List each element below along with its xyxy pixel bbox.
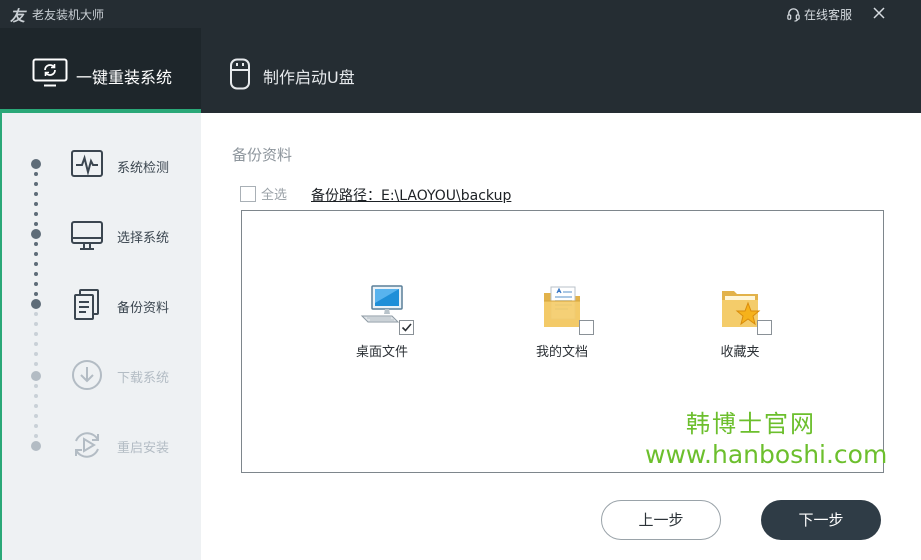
my-documents-checkbox[interactable] [579,320,594,335]
step-dot [31,299,41,309]
step-restart-install: 重启安装 [68,425,198,465]
step-connector-dot [34,352,38,356]
step-label: 备份资料 [117,301,170,316]
watermark-url: www.hanboshi.com [645,440,888,469]
app-title: 老友装机大师 [32,8,105,22]
step-connector-dot [34,212,38,216]
watermark-title: 韩博士官网 [686,410,816,438]
step-connector-dot [34,414,38,418]
step-connector-dot [34,192,38,196]
backup-item-label: 我的文档 [535,345,588,360]
next-step-button[interactable]: 下一步 [761,500,881,540]
monitor-icon [71,221,103,250]
step-connector-dot [34,282,38,286]
tab-make-usb-boot[interactable]: 制作启动U盘 [201,28,401,113]
headset-icon [787,7,800,22]
step-label: 下载系统 [117,371,170,386]
backup-item-my-documents[interactable]: 我的文档 [507,283,617,363]
pulse-monitor-icon [71,150,103,177]
step-download-system: 下载系统 [68,355,198,395]
backup-item-desktop[interactable]: 桌面文件 [327,283,437,363]
section-title: 备份资料 [232,146,293,164]
step-connector-dot [34,332,38,336]
step-connector-dot [34,182,38,186]
step-dot [31,371,41,381]
step-connector-dot [34,252,38,256]
step-connector-dot [34,292,38,296]
step-connector-dot [34,202,38,206]
close-button[interactable] [869,3,889,23]
checkbox-box [240,185,256,202]
monitor-refresh-icon [32,58,68,87]
step-connector-dot [34,404,38,408]
step-connector-dot [34,384,38,388]
documents-icon [74,289,99,320]
restart-icon [75,432,99,458]
step-connector-dot [34,262,38,266]
desktop-checkbox[interactable] [399,320,414,335]
step-connector-dot [34,362,38,366]
step-label: 重启安装 [117,441,170,456]
usb-drive-icon [230,58,250,90]
step-connector-dot [34,342,38,346]
step-dot [31,229,41,239]
title-bar: 友 老友装机大师 在线客服 [0,0,921,28]
select-all-label: 全选 [261,188,288,203]
step-backup-data: 备份资料 [68,285,198,325]
app-logo: 友 [10,7,26,25]
step-connector-dot [34,312,38,316]
backup-item-label: 桌面文件 [355,345,408,360]
step-connector-dot [34,434,38,438]
step-connector-dot [34,424,38,428]
installer-window: 友 老友装机大师 在线客服 一键重装系统 制作启动U盘 系统检测 选择系统 备份… [0,0,921,560]
step-connector-dot [34,272,38,276]
online-support-button[interactable]: 在线客服 [786,5,852,23]
step-connector-dot [34,222,38,226]
backup-item-favorites[interactable]: 收藏夹 [685,283,795,363]
backup-item-label: 收藏夹 [720,345,760,360]
step-connector-dot [34,394,38,398]
step-dot [31,441,41,451]
check-mark-icon [401,323,412,332]
tab-make-usb-boot-label: 制作启动U盘 [263,68,355,87]
step-connector-dot [34,172,38,176]
favorites-checkbox[interactable] [757,320,772,335]
backup-path-link[interactable]: 备份路径：E:\LAOYOU\backup [311,185,511,205]
tab-one-click-reinstall-label: 一键重装系统 [76,68,173,87]
step-system-check: 系统检测 [68,145,198,185]
step-label: 选择系统 [117,231,170,246]
step-label: 系统检测 [117,161,170,176]
download-icon [72,360,102,390]
step-connector-dot [34,242,38,246]
step-connector-dot [34,322,38,326]
select-all-checkbox[interactable]: 全选 [240,184,287,203]
header: 友 老友装机大师 在线客服 一键重装系统 制作启动U盘 [0,0,921,113]
step-dot [31,159,41,169]
online-support-label: 在线客服 [804,7,853,22]
step-select-system: 选择系统 [68,215,198,255]
sidebar-accent-line [0,113,2,560]
tab-one-click-reinstall[interactable]: 一键重装系统 [0,28,201,113]
close-icon [873,7,885,19]
previous-step-button[interactable]: 上一步 [601,500,721,540]
